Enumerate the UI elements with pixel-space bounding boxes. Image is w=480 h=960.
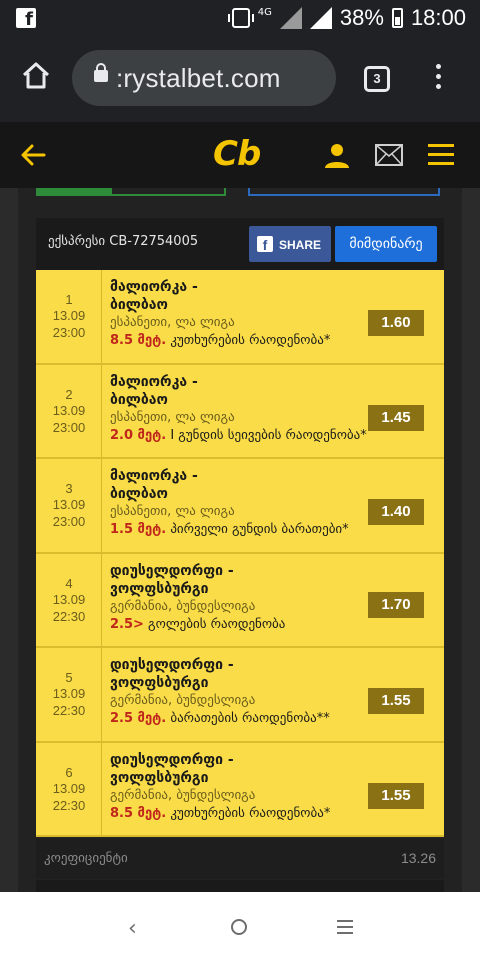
match-name: მალიორკა - ბილბაო — [110, 468, 198, 502]
match-name: მალიორკა - ბილბაო — [110, 279, 198, 313]
bet-list: 1 13.09 23:00 მალიორკა - ბილბაო ესპანეთი… — [36, 270, 444, 837]
overflow-menu-icon[interactable] — [434, 64, 442, 94]
bet-meta: 5 13.09 22:30 — [36, 648, 102, 741]
site-logo[interactable]: Cb — [213, 134, 261, 174]
bet-date: 13.09 — [52, 497, 86, 512]
bet-time: 23:00 — [52, 514, 86, 529]
bet-line: 8.5 მეტ. — [110, 333, 167, 348]
footer-strip — [36, 880, 444, 892]
bet-row: 5 13.09 22:30 დიუსელდორფი - ვოლფსბურგი გ… — [36, 648, 444, 743]
bet-time: 22:30 — [52, 703, 86, 718]
bet-date: 13.09 — [52, 308, 86, 323]
nav-back-icon[interactable]: ‹ — [128, 916, 137, 941]
bet-line: 2.0 მეტ. — [110, 427, 167, 443]
bet-number: 5 — [65, 670, 73, 685]
bet-meta: 6 13.09 22:30 — [36, 742, 102, 835]
bet-row: 2 13.09 23:00 მალიორკა - ბილბაო ესპანეთი… — [36, 364, 444, 459]
ticket-id: ექსპრესი CB-72754005 — [48, 234, 199, 249]
bet-date: 13.09 — [52, 780, 86, 796]
wifi-icon — [309, 7, 332, 29]
user-icon[interactable] — [323, 142, 351, 170]
bet-line: 2.5 მეტ. — [110, 711, 167, 726]
battery-icon — [391, 8, 403, 28]
odds-badge: 1.70 — [368, 591, 424, 618]
bet-meta: 1 13.09 23:00 — [36, 270, 102, 363]
total-odds-value: 13.26 — [400, 850, 436, 866]
clock: 18:00 — [410, 5, 466, 30]
bet-number: 4 — [65, 575, 73, 591]
ticket-header: ექსპრესი CB-72754005 f SHARE მიმდინარე — [36, 218, 444, 270]
facebook-icon: f — [257, 236, 273, 253]
status-bar: f 4G 38% 18:00 — [0, 0, 480, 36]
site-header: Cb — [0, 122, 480, 188]
bet-row: 3 13.09 23:00 მალიორკა - ბილბაო ესპანეთი… — [36, 459, 444, 554]
blue-tab-strip[interactable] — [248, 188, 440, 196]
nav-recents-icon[interactable] — [337, 920, 353, 934]
bet-time: 22:30 — [52, 797, 86, 813]
total-odds-row: კოეფიციენტი 13.26 — [36, 839, 444, 879]
system-nav-bar: ‹ — [0, 892, 480, 960]
bet-meta: 3 13.09 23:00 — [36, 459, 102, 552]
address-bar[interactable]: :rystalbet.com — [72, 50, 336, 106]
bet-meta: 2 13.09 23:00 — [36, 364, 102, 457]
green-tab-strip[interactable] — [36, 188, 226, 196]
share-label: SHARE — [279, 238, 322, 252]
signal-icon — [279, 7, 302, 29]
match-name: დიუსელდორფი - ვოლფსბურგი — [110, 657, 234, 691]
bet-date: 13.09 — [52, 402, 86, 418]
bet-row: 6 13.09 22:30 დიუსელდორფი - ვოლფსბურგი გ… — [36, 742, 444, 837]
match-name: დიუსელდორფი - ვოლფსბურგი — [110, 751, 234, 786]
odds-badge: 1.45 — [368, 404, 424, 431]
market-name: გოლების რაოდენობა — [143, 616, 286, 632]
bet-number: 1 — [65, 292, 73, 307]
odds-badge: 1.55 — [368, 688, 424, 714]
tabs-button[interactable]: 3 — [364, 66, 390, 92]
share-button[interactable]: f SHARE — [249, 226, 331, 262]
market-name: კუთხურების რაოდენობა* — [166, 333, 331, 348]
bet-line: 8.5 მეტ. — [110, 805, 167, 821]
vibrate-icon — [227, 8, 254, 28]
url-text: :rystalbet.com — [116, 63, 281, 93]
battery-percent: 38% — [339, 5, 384, 30]
bet-date: 13.09 — [52, 686, 86, 701]
bet-market: 2.5> გოლების რაოდენობა — [110, 616, 440, 634]
bet-row: 1 13.09 23:00 მალიორკა - ბილბაო ესპანეთი… — [36, 270, 444, 365]
match-name: დიუსელდორფი - ვოლფსბურგი — [110, 562, 234, 597]
hamburger-menu-icon[interactable] — [428, 144, 454, 166]
bet-number: 3 — [65, 481, 73, 496]
match-name: მალიორკა - ბილბაო — [110, 373, 198, 408]
market-name: პირველი გუნდის ბარათები* — [166, 522, 349, 537]
bet-number: 6 — [65, 764, 73, 780]
facebook-notification-icon: f — [16, 8, 36, 30]
bet-date: 13.09 — [52, 591, 86, 607]
bet-line: 2.5> — [110, 616, 144, 632]
ticket-status-button[interactable]: მიმდინარე — [335, 226, 437, 262]
bet-number: 2 — [65, 386, 73, 402]
page: f 4G 38% 18:00 :rystalbet.com 3 Cb ექსპრ… — [0, 0, 480, 960]
market-name: ბარათების რაოდენობა** — [166, 711, 330, 726]
lock-icon — [94, 63, 108, 82]
bet-line: 1.5 მეტ. — [110, 522, 167, 537]
network-type: 4G — [257, 6, 272, 18]
bet-row: 4 13.09 22:30 დიუსელდორფი - ვოლფსბურგი გ… — [36, 553, 444, 648]
odds-badge: 1.40 — [368, 499, 424, 525]
odds-badge: 1.60 — [368, 310, 424, 336]
market-name: კუთხურების რაოდენობა* — [166, 805, 331, 821]
home-icon[interactable] — [20, 60, 52, 92]
market-name: I გუნდის სეივების რაოდენობა* — [166, 427, 367, 443]
nav-home-icon[interactable] — [231, 919, 247, 935]
bet-meta: 4 13.09 22:30 — [36, 553, 102, 646]
status-icons: 4G 38% 18:00 — [227, 4, 466, 32]
odds-badge: 1.55 — [368, 782, 424, 809]
mail-icon[interactable] — [375, 144, 403, 166]
back-arrow-icon[interactable] — [20, 140, 46, 170]
browser-toolbar: :rystalbet.com 3 — [0, 36, 480, 122]
bet-time: 23:00 — [52, 419, 86, 435]
bet-time: 23:00 — [52, 325, 86, 340]
total-odds-label: კოეფიციენტი — [44, 851, 128, 866]
bet-time: 22:30 — [52, 608, 86, 624]
